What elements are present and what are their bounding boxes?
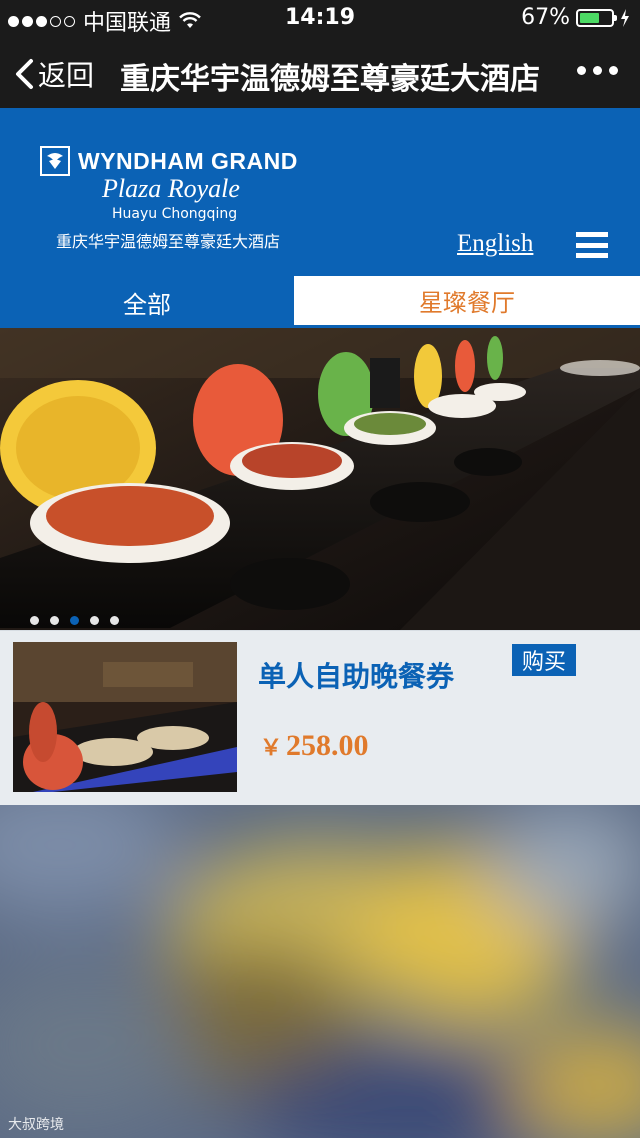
hotel-header: WYNDHAM GRAND Plaza Royale Huayu Chongqi…: [0, 108, 640, 276]
back-label: 返回: [38, 59, 95, 92]
more-dot-icon: [577, 66, 586, 75]
english-link[interactable]: English: [457, 230, 533, 258]
carousel-banner[interactable]: [0, 328, 640, 630]
logo-city-text: Huayu Chongqing: [112, 206, 238, 222]
charging-icon: [621, 8, 629, 27]
buffet-photo: [0, 328, 640, 630]
logo-cn-name: 重庆华宇温德姆至尊豪廷大酒店: [56, 232, 281, 251]
buy-button[interactable]: 购买: [512, 644, 576, 676]
product-name: 单人自助晚餐券: [258, 660, 455, 693]
back-button[interactable]: 返回: [14, 54, 94, 94]
more-dot-icon: [609, 66, 618, 75]
status-bar: 中国联通 14:19 67%: [0, 0, 640, 36]
carousel-dot[interactable]: [90, 616, 99, 625]
product-card[interactable]: 单人自助晚餐券 购买 ￥ 258.00: [0, 630, 640, 806]
more-options-button[interactable]: [577, 66, 618, 75]
battery-icon: [576, 8, 617, 27]
menu-icon[interactable]: [576, 232, 608, 258]
category-tabs: 全部 星璨餐厅: [0, 276, 640, 328]
battery-info: 67%: [521, 5, 630, 30]
currency-symbol: ￥: [260, 735, 283, 760]
wyndham-logo-icon: [40, 146, 70, 176]
tab-all[interactable]: 全部: [0, 276, 294, 328]
product-price: ￥ 258.00: [260, 729, 369, 763]
blurred-background-image: [0, 805, 640, 1138]
carousel-dot[interactable]: [30, 616, 39, 625]
carousel-dot[interactable]: [70, 616, 79, 625]
battery-percent: 67%: [521, 5, 570, 30]
more-dot-icon: [593, 66, 602, 75]
carousel-dot[interactable]: [50, 616, 59, 625]
watermark-text: 大叔跨境: [8, 1117, 64, 1133]
price-value: 258.00: [286, 729, 369, 762]
logo-brand-text: WYNDHAM GRAND: [78, 147, 298, 174]
chevron-left-icon: [16, 59, 33, 89]
page-title: 重庆华宇温德姆至尊豪廷大酒店: [120, 62, 540, 97]
hotel-logo[interactable]: WYNDHAM GRAND Plaza Royale Huayu Chongqi…: [40, 146, 320, 252]
tab-star-restaurant[interactable]: 星璨餐厅: [294, 276, 640, 328]
logo-script-text: Plaza Royale: [102, 174, 240, 203]
carousel-pager: [30, 616, 119, 625]
carousel-dot[interactable]: [110, 616, 119, 625]
product-thumbnail: [13, 642, 237, 792]
nav-bar: 返回 重庆华宇温德姆至尊豪廷大酒店: [0, 36, 640, 108]
